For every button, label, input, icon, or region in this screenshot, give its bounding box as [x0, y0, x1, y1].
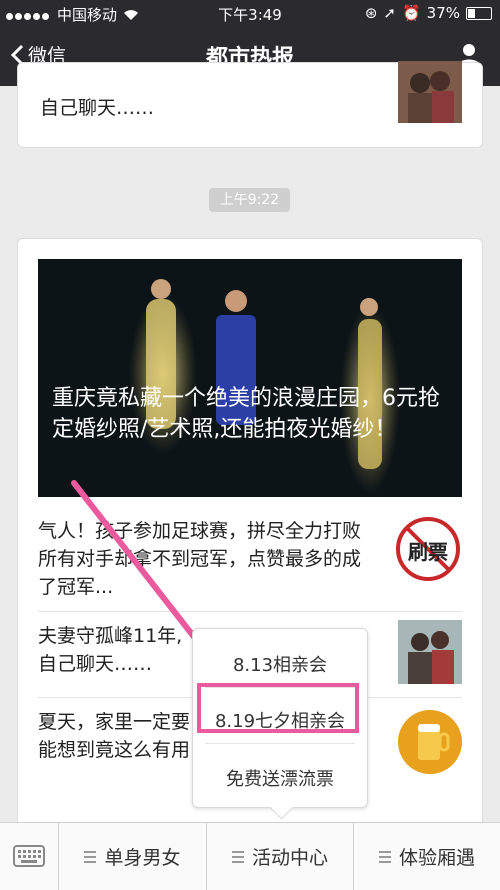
couple-thumbnail — [398, 620, 462, 684]
wedding-photo-image — [38, 259, 462, 497]
menu-lines-icon — [378, 848, 391, 866]
menu-tab-label: 体验厢遇 — [398, 847, 475, 869]
article-item-title: 气人！孩子参加足球赛，拼尽全力打败所有对手却拿不到冠军，点赞最多的成了冠军... — [38, 520, 362, 598]
menu-option-free-rafting-tickets[interactable]: 免费送漂流票 — [193, 765, 367, 791]
menu-option-819-qixi-matchmaking[interactable]: 8.19七夕相亲会 — [193, 707, 367, 733]
alarm-icon: ⏰ — [401, 4, 421, 22]
menu-tab-singles[interactable]: 单身男女 — [59, 823, 207, 890]
no-vote-fraud-label: 刷票 — [408, 540, 448, 564]
battery-percent: 37% — [426, 4, 460, 22]
keyboard-icon — [13, 845, 45, 867]
battery-icon — [466, 6, 492, 20]
rotation-lock-icon: ⊛ — [364, 4, 378, 22]
menu-option-813-matchmaking[interactable]: 8.13相亲会 — [193, 651, 367, 677]
previous-article-thumbnail — [398, 61, 462, 123]
menu-divider — [205, 743, 355, 744]
hero-article[interactable]: 重庆竟私藏一个绝美的浪漫庄园，6元抢定婚纱照/艺术照,还能拍夜光婚纱！ — [38, 259, 462, 497]
keyboard-toggle-button[interactable] — [0, 823, 59, 890]
beer-thumbnail — [398, 710, 462, 774]
menu-tab-experience[interactable]: 体验厢遇 — [354, 823, 500, 890]
previous-article-text: 自己聊天…… — [40, 97, 155, 119]
location-icon: ➚ — [383, 4, 396, 22]
menu-popup: 8.13相亲会 8.19七夕相亲会 免费送漂流票 — [192, 628, 368, 820]
menu-lines-icon — [84, 848, 97, 866]
article-list-item[interactable]: 气人！孩子参加足球赛，拼尽全力打败所有对手却拿不到冠军，点赞最多的成了冠军...… — [38, 507, 462, 611]
status-bar: 中国移动 下午3:49 ⊛ ➚ ⏰ 37% — [0, 0, 500, 26]
hero-article-title: 重庆竟私藏一个绝美的浪漫庄园，6元抢定婚纱照/艺术照,还能拍夜光婚纱！ — [52, 386, 440, 442]
no-vote-fraud-thumbnail: 刷票 — [394, 515, 462, 583]
menu-tab-activity-center[interactable]: 活动中心 — [207, 823, 354, 890]
menu-tab-label: 单身男女 — [104, 847, 181, 869]
menu-tab-label: 活动中心 — [251, 847, 328, 869]
previous-article-card[interactable]: 自己聊天…… — [17, 61, 483, 148]
menu-lines-icon — [231, 848, 244, 866]
message-timestamp: 上午9:22 — [209, 188, 290, 212]
bottom-menu: 单身男女 活动中心 体验厢遇 — [0, 822, 500, 890]
